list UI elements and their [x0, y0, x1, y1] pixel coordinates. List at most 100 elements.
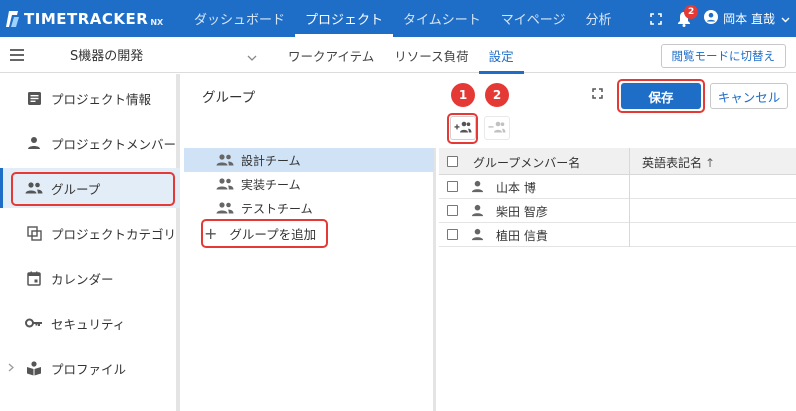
user-name: 岡本 直哉: [723, 12, 775, 26]
sidebar-item-label: プロファイル: [51, 361, 127, 377]
grid-header: グループメンバー名 英語表記名 ↑: [439, 148, 796, 175]
group-item[interactable]: テストチーム: [184, 196, 434, 220]
callout-badge-2: 2: [485, 83, 509, 107]
cancel-button[interactable]: キャンセル: [710, 83, 788, 109]
group-settings-panel: グループ 1 2 保存 キャンセル 設計チーム 実装チーム テストチーム + グ…: [184, 74, 796, 411]
callout-badge-1: 1: [451, 83, 475, 107]
settings-sidebar: プロジェクト情報 プロジェクトメンバー グループ プロジェクトカテゴリ カレンダ…: [0, 74, 180, 411]
group-icon: [216, 177, 234, 191]
nav-label: プロジェクト: [305, 13, 384, 28]
project-subbar: S機器の開発 ワークアイテム リソース負荷 設定 閲覧モードに切替え: [0, 37, 796, 74]
person-icon: [471, 180, 484, 193]
sidebar-item-project-info[interactable]: プロジェクト情報: [0, 78, 180, 118]
button-label: 保存: [648, 89, 674, 105]
row-checkbox[interactable]: [447, 181, 458, 192]
remove-member-button[interactable]: [484, 116, 510, 140]
app-logo[interactable]: TIMETRACKER NX: [6, 8, 163, 30]
remove-person-icon: [488, 121, 506, 136]
project-name: S機器の開発: [70, 49, 144, 64]
nav-label: マイページ: [500, 13, 566, 28]
logo-mark-icon: [6, 10, 20, 28]
sidebar-item-project-category[interactable]: プロジェクトカテゴリ: [0, 213, 180, 253]
hamburger-menu-icon[interactable]: [10, 49, 24, 61]
add-member-button[interactable]: [450, 116, 476, 140]
project-selector[interactable]: S機器の開発: [70, 45, 143, 64]
sidebar-item-label: プロジェクトメンバー: [51, 136, 177, 152]
person-icon: [471, 204, 484, 217]
browse-mode-button[interactable]: 閲覧モードに切替え: [660, 44, 786, 68]
group-name: 設計チーム: [241, 153, 301, 168]
notification-bell-icon[interactable]: 2: [670, 0, 699, 37]
account-icon: [704, 10, 719, 27]
sidebar-item-security[interactable]: セキュリティ: [0, 303, 180, 343]
tab-label: リソース負荷: [394, 48, 469, 64]
top-nav-bar: TIMETRACKER NX ダッシュボード プロジェクト タイムシート マイペ…: [0, 0, 796, 37]
page-title: グループ: [202, 90, 256, 106]
nav-item-analysis[interactable]: 分析: [576, 0, 622, 37]
person-icon: [471, 228, 484, 241]
key-icon: [25, 314, 43, 332]
column-header-english[interactable]: 英語表記名 ↑: [642, 154, 715, 171]
highlight-box-group: [11, 172, 175, 206]
nav-item-project[interactable]: プロジェクト: [295, 0, 394, 37]
sort-ascending-icon: ↑: [705, 155, 716, 170]
tab-settings[interactable]: 設定: [478, 37, 524, 74]
person-icon: [25, 134, 43, 152]
sidebar-item-label: カレンダー: [51, 271, 114, 287]
chevron-right-icon[interactable]: [8, 362, 14, 375]
nav-item-dashboard[interactable]: ダッシュボード: [184, 0, 295, 37]
add-group-button[interactable]: + グループを追加: [204, 221, 316, 245]
group-name: 実装チーム: [241, 177, 301, 192]
sidebar-item-label: プロジェクトカテゴリ: [51, 226, 177, 242]
group-item[interactable]: 実装チーム: [184, 172, 434, 196]
category-icon: [25, 224, 43, 242]
group-name: テストチーム: [241, 201, 313, 216]
table-row[interactable]: 柴田 智彦: [439, 199, 796, 223]
notification-badge: 2: [684, 5, 699, 19]
logo-suffix: NX: [150, 17, 164, 27]
row-checkbox[interactable]: [447, 229, 458, 240]
table-row[interactable]: 山本 博: [439, 175, 796, 199]
chevron-down-icon: [781, 12, 790, 26]
tab-work-items[interactable]: ワークアイテム: [278, 37, 384, 73]
member-name: 山本 博: [496, 181, 536, 195]
table-row[interactable]: 植田 信貴: [439, 223, 796, 247]
sidebar-item-profile[interactable]: プロファイル: [0, 348, 180, 388]
group-item[interactable]: 設計チーム: [184, 148, 434, 172]
member-grid: グループメンバー名 英語表記名 ↑ 山本 博 柴田 智彦 植田 信貴: [439, 148, 796, 411]
sidebar-item-calendar[interactable]: カレンダー: [0, 258, 180, 298]
group-list: 設計チーム 実装チーム テストチーム + グループを追加: [184, 148, 436, 411]
sidebar-item-label: プロジェクト情報: [51, 91, 152, 107]
nav-label: ダッシュボード: [194, 13, 286, 28]
project-tabs: ワークアイテム リソース負荷 設定: [278, 37, 524, 74]
select-all-checkbox[interactable]: [447, 156, 458, 167]
top-right-tools: 2 岡本 直哉: [642, 0, 796, 37]
fullscreen-icon[interactable]: [642, 0, 670, 37]
button-label: グループを追加: [229, 226, 317, 242]
sidebar-item-project-members[interactable]: プロジェクトメンバー: [0, 123, 180, 163]
nav-item-timesheet[interactable]: タイムシート: [393, 0, 491, 37]
sidebar-item-label: セキュリティ: [51, 316, 126, 332]
tab-label: 設定: [488, 48, 514, 64]
save-button[interactable]: 保存: [621, 83, 701, 109]
group-icon: [216, 153, 234, 167]
member-name: 植田 信貴: [496, 229, 548, 243]
expand-icon[interactable]: [592, 88, 603, 102]
chevron-down-icon[interactable]: [247, 50, 257, 64]
user-menu[interactable]: 岡本 直哉: [704, 10, 790, 27]
plus-icon: +: [204, 223, 218, 243]
nav-label: タイムシート: [403, 13, 481, 28]
row-checkbox[interactable]: [447, 205, 458, 216]
button-label: キャンセル: [717, 89, 781, 105]
profile-icon: [25, 359, 43, 377]
nav-item-mypage[interactable]: マイページ: [491, 0, 576, 37]
column-header-member[interactable]: グループメンバー名: [473, 154, 580, 171]
document-icon: [25, 89, 43, 107]
add-person-icon: [454, 121, 472, 136]
button-label: 閲覧モードに切替え: [671, 49, 776, 63]
member-name: 柴田 智彦: [496, 205, 548, 219]
tab-resource-load[interactable]: リソース負荷: [384, 37, 478, 73]
main-nav: ダッシュボード プロジェクト タイムシート マイページ 分析: [184, 0, 622, 37]
tab-label: ワークアイテム: [288, 48, 375, 64]
group-icon: [216, 201, 234, 215]
